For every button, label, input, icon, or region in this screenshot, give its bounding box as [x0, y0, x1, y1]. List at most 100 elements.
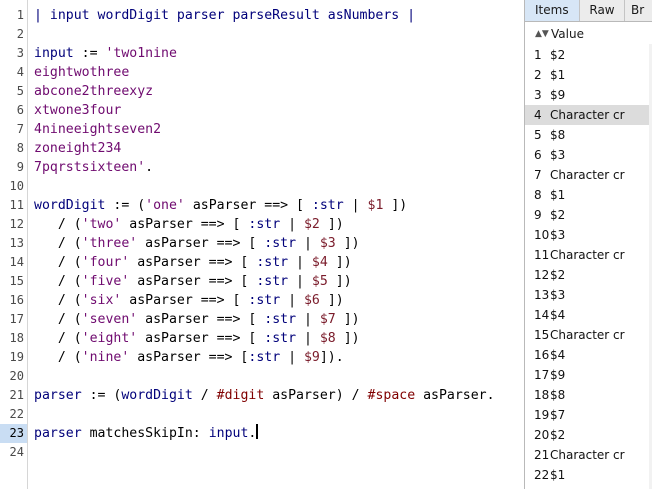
list-item[interactable]: 5 $8: [525, 125, 652, 145]
list-item[interactable]: 11 Character cr: [525, 245, 652, 265]
code-token: $2: [303, 217, 320, 232]
item-value: Character cr: [550, 328, 625, 342]
item-index: 4: [534, 108, 542, 122]
line-number-gutter: 1 2 3 4 5 6 7 8 9 10 11 12 13 14 15 16 17 18 19 20 21 22 23 24: [0, 0, 27, 489]
code-token: asParser) /: [264, 388, 368, 403]
code-line[interactable]: / ('four' asParser ==> [ :str | $4 ]): [34, 253, 352, 272]
code-token: $4: [311, 255, 328, 270]
list-item[interactable]: 7 Character cr: [525, 165, 652, 185]
code-token: asParser ==> [: [121, 217, 249, 232]
item-value: $9: [550, 88, 566, 102]
list-item[interactable]: 9 $2: [525, 205, 652, 225]
code-token: asParser.: [415, 388, 495, 403]
list-item[interactable]: 17 $9: [525, 365, 652, 385]
line-number: 5: [16, 84, 24, 98]
line-number: 10: [9, 179, 24, 193]
list-item[interactable]: 10 $3: [525, 225, 652, 245]
line-number: 1: [16, 8, 24, 22]
list-item[interactable]: 18 $8: [525, 385, 652, 405]
item-value: $8: [550, 388, 566, 402]
line-number: 3: [16, 46, 24, 60]
item-value: $9: [550, 368, 566, 382]
item-value: $2: [550, 208, 566, 222]
code-token: |: [280, 293, 304, 308]
list-item[interactable]: 12 $2: [525, 265, 652, 285]
code-line[interactable]: / ('six' asParser ==> [ :str | $6 ]): [34, 291, 344, 310]
item-index: 2: [534, 68, 542, 82]
code-token: $1: [367, 198, 384, 213]
value-column-header[interactable]: ▲▼ Value: [525, 25, 652, 43]
list-item[interactable]: 3 $9: [525, 85, 652, 105]
list-item[interactable]: 6 $3: [525, 145, 652, 165]
tab-br[interactable]: Br: [625, 0, 652, 21]
code-line[interactable]: / ('two' asParser ==> [ :str | $2 ]): [34, 215, 344, 234]
code-token: ]): [335, 331, 360, 346]
code-token: / (: [34, 217, 82, 232]
code-token: .: [145, 160, 154, 175]
list-item[interactable]: 14 $4: [525, 305, 652, 325]
code-token: 'three': [81, 236, 138, 251]
code-token: #digit: [216, 388, 265, 403]
item-index: 8: [534, 188, 542, 202]
code-line[interactable]: zoneight234: [34, 139, 121, 158]
list-item[interactable]: 16 $4: [525, 345, 652, 365]
list-item[interactable]: 15 Character cr: [525, 325, 652, 345]
code-token: $3: [319, 236, 336, 251]
code-token: :str: [311, 198, 344, 213]
code-token: / (: [34, 331, 82, 346]
line-number: 11: [9, 198, 24, 212]
code-line[interactable]: / ('nine' asParser ==> [:str | $9]).: [34, 348, 344, 367]
list-item[interactable]: 19 $7: [525, 405, 652, 425]
code-token: asParser ==> [: [137, 331, 265, 346]
code-token: |: [343, 198, 368, 213]
item-value: Character cr: [550, 168, 625, 182]
item-index: 14: [534, 308, 550, 322]
line-number: 12: [9, 217, 24, 231]
item-index: 3: [534, 88, 542, 102]
code-line[interactable]: input := 'two1nine: [34, 44, 177, 63]
list-item[interactable]: 22 $1: [525, 465, 652, 485]
tab-items[interactable]: Items: [525, 0, 580, 21]
list-item[interactable]: 21 Character cr: [525, 445, 652, 465]
code-line[interactable]: / ('three' asParser ==> [ :str | $3 ]): [34, 234, 360, 253]
code-token: :str: [264, 236, 297, 251]
code-line[interactable]: abcone2threexyz: [34, 82, 153, 101]
code-token: ]): [383, 198, 408, 213]
tab-raw[interactable]: Raw: [580, 0, 625, 21]
code-token: abcone2threexyz: [34, 84, 154, 99]
line-number: 2: [16, 27, 24, 41]
code-line[interactable]: / ('seven' asParser ==> [ :str | $7 ]): [34, 310, 360, 329]
code-line[interactable]: / ('five' asParser ==> [ :str | $5 ]): [34, 272, 352, 291]
code-line[interactable]: parser matchesSkipIn: input.: [34, 424, 258, 443]
code-line[interactable]: xtwone3four: [34, 101, 121, 120]
code-token: / (: [34, 236, 82, 251]
code-line[interactable]: wordDigit := ('one' asParser ==> [ :str …: [34, 196, 407, 215]
list-item[interactable]: 4 Character cr: [525, 105, 652, 125]
sort-arrows-icon[interactable]: ▲▼: [535, 25, 549, 43]
line-number: 16: [9, 293, 24, 307]
list-item[interactable]: 2 $1: [525, 65, 652, 85]
code-token: ]): [319, 293, 344, 308]
code-line[interactable]: eightwothree: [34, 63, 129, 82]
code-line[interactable]: / ('eight' asParser ==> [ :str | $8 ]): [34, 329, 360, 348]
item-index: 22: [534, 468, 550, 482]
code-line[interactable]: 4nineeightseven2: [34, 120, 161, 139]
list-item[interactable]: 20 $2: [525, 425, 652, 445]
code-editor[interactable]: 1 2 3 4 5 6 7 8 9 10 11 12 13 14 15 16 17 18 19 20 21 22 23 24 …: [0, 0, 524, 489]
line-number: 4: [16, 65, 24, 79]
item-value: $8: [550, 128, 566, 142]
item-value: $4: [550, 348, 566, 362]
code-token: ]): [319, 217, 344, 232]
list-item[interactable]: 13 $3: [525, 285, 652, 305]
item-index: 15: [534, 328, 550, 342]
list-item[interactable]: 1 $2: [525, 45, 652, 65]
code-token: wordDigit: [121, 388, 193, 403]
code-line[interactable]: 7pqrstsixteen'.: [34, 158, 153, 177]
line-number: 14: [9, 255, 24, 269]
item-value: $2: [550, 268, 566, 282]
code-token: asParser ==> [: [137, 236, 265, 251]
list-item[interactable]: 8 $1: [525, 185, 652, 205]
code-line[interactable]: | input wordDigit parser parseResult asN…: [34, 6, 415, 25]
code-token: parser: [34, 388, 82, 403]
code-line[interactable]: parser := (wordDigit / #digit asParser) …: [34, 386, 495, 405]
